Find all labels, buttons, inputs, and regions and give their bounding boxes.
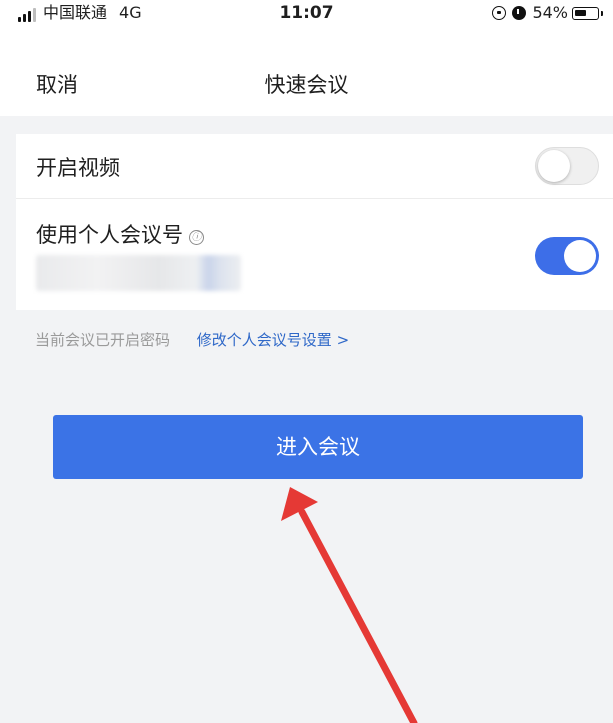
personal-id-row: 使用个人会议号 ⓘ bbox=[16, 199, 613, 310]
info-icon[interactable]: ⓘ bbox=[189, 230, 204, 245]
password-hint: 当前会议已开启密码 修改个人会议号设置 > bbox=[35, 330, 349, 350]
arrow-head bbox=[281, 487, 318, 521]
battery-percent: 54% bbox=[532, 3, 568, 22]
toggle-knob bbox=[538, 149, 570, 182]
page-title: 快速会议 bbox=[264, 73, 349, 97]
status-bar: 中国联通 4G 11:07 54% bbox=[0, 0, 613, 30]
password-hint-text: 当前会议已开启密码 bbox=[35, 331, 171, 349]
blurred-meeting-id bbox=[36, 255, 241, 291]
arrow-shaft bbox=[298, 508, 418, 723]
status-right: 54% bbox=[492, 3, 603, 22]
edit-personal-id-settings-link[interactable]: 修改个人会议号设置 > bbox=[197, 331, 349, 349]
personal-id-toggle[interactable] bbox=[535, 237, 599, 275]
nav-bar: 取消 快速会议 bbox=[0, 30, 613, 116]
rotation-lock-icon bbox=[492, 6, 507, 20]
personal-id-label: 使用个人会议号 bbox=[36, 223, 183, 247]
battery-icon bbox=[572, 6, 603, 20]
video-setting-row: 开启视频 bbox=[16, 134, 613, 199]
enter-meeting-button[interactable]: 进入会议 bbox=[53, 415, 583, 479]
video-setting-label: 开启视频 bbox=[36, 156, 120, 180]
toggle-knob bbox=[564, 240, 596, 272]
video-toggle[interactable] bbox=[535, 147, 599, 185]
personal-id-label-wrap: 使用个人会议号 ⓘ bbox=[36, 221, 204, 249]
battery-fill bbox=[575, 9, 586, 16]
alarm-icon bbox=[512, 6, 527, 20]
